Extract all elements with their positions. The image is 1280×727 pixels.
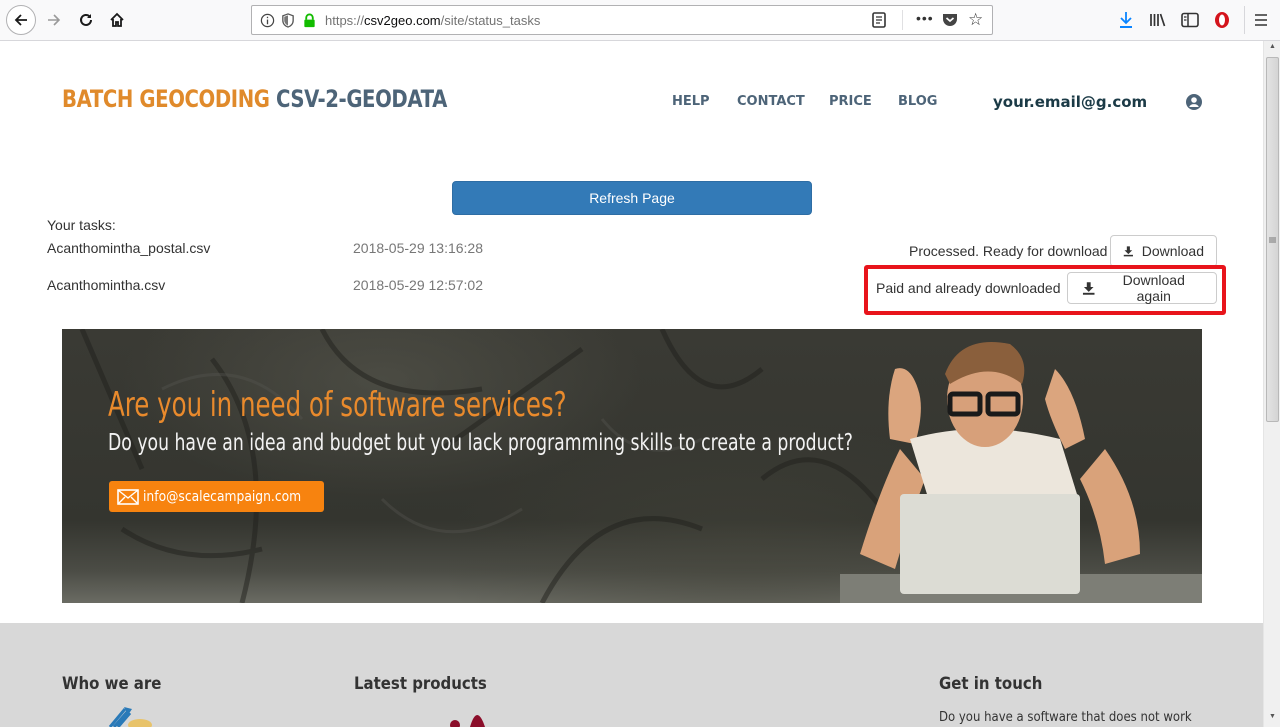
- task-status: Processed. Ready for download: [909, 243, 1108, 259]
- vertical-scrollbar[interactable]: ▲ ▼: [1263, 41, 1280, 727]
- task-date: 2018-05-29 12:57:02: [353, 277, 483, 293]
- shield-icon[interactable]: [280, 12, 296, 28]
- banner-title: Are you in need of software services?: [108, 385, 567, 425]
- back-icon: [14, 14, 27, 26]
- highlight-annotation-box: [864, 265, 1226, 315]
- forward-button[interactable]: [40, 6, 68, 34]
- task-filename: Acanthomintha.csv: [47, 277, 166, 293]
- envelope-icon: [117, 488, 139, 505]
- bookmark-star-icon[interactable]: ☆: [968, 10, 983, 30]
- tasks-label: Your tasks:: [47, 217, 116, 233]
- nav-contact[interactable]: CONTACT: [737, 94, 805, 109]
- footer: Who we are Latest products Get in touch …: [0, 623, 1263, 727]
- banner-subtitle: Do you have an idea and budget but you l…: [108, 430, 853, 456]
- browser-toolbar: https://csv2geo.com/site/status_tasks ••…: [0, 0, 1280, 41]
- forward-icon: [48, 14, 61, 26]
- library-icon[interactable]: [1148, 10, 1168, 30]
- reload-icon: [80, 13, 92, 26]
- reload-button[interactable]: [72, 6, 100, 34]
- refresh-page-button[interactable]: Refresh Page: [452, 181, 812, 215]
- task-filename: Acanthomintha_postal.csv: [47, 240, 211, 256]
- menu-icon[interactable]: [1251, 10, 1271, 30]
- logo-part-batch-geocoding: BATCH GEOCODING: [62, 85, 270, 113]
- home-icon: [110, 12, 124, 27]
- url-text[interactable]: https://csv2geo.com/site/status_tasks: [325, 13, 540, 28]
- back-button[interactable]: [6, 5, 36, 35]
- download-icon: [1123, 246, 1133, 257]
- footer-latest-products-heading: Latest products: [354, 674, 487, 694]
- info-icon[interactable]: [259, 12, 275, 28]
- download-button[interactable]: Download: [1110, 235, 1217, 267]
- home-button[interactable]: [103, 6, 131, 34]
- opera-icon[interactable]: [1212, 10, 1232, 30]
- footer-who-we-are-heading: Who we are: [62, 674, 162, 694]
- page-content: BATCH GEOCODING CSV-2-GEODATA HELP CONTA…: [0, 41, 1263, 727]
- company-logo-icon[interactable]: [100, 707, 160, 727]
- banner-email-button[interactable]: info@scalecampaign.com: [109, 481, 324, 512]
- lock-icon[interactable]: [301, 12, 317, 28]
- user-account-icon[interactable]: [1186, 94, 1202, 115]
- grip-icon: [1269, 237, 1276, 242]
- toolbar-separator: [1244, 6, 1245, 34]
- nav-price[interactable]: PRICE: [829, 94, 872, 109]
- logo-part-csv-2-geodata: CSV-2-GEODATA: [275, 85, 447, 113]
- footer-get-in-touch-heading: Get in touch: [939, 674, 1043, 694]
- more-icon[interactable]: •••: [916, 10, 934, 26]
- software-services-banner[interactable]: Are you in need of software services? Do…: [62, 329, 1202, 603]
- nav-help[interactable]: HELP: [672, 94, 710, 109]
- frustrated-man-image: [840, 342, 1202, 603]
- download-button-label: Download: [1141, 243, 1204, 259]
- scroll-down-arrow-icon[interactable]: ▼: [1264, 713, 1280, 725]
- user-email-link[interactable]: your.email@g.com: [993, 93, 1147, 111]
- download-icon[interactable]: [1116, 10, 1136, 30]
- sidebar-icon[interactable]: [1180, 10, 1200, 30]
- product-logo-icon[interactable]: [425, 707, 505, 727]
- site-logo[interactable]: BATCH GEOCODING CSV-2-GEODATA: [62, 85, 447, 113]
- scroll-up-arrow-icon[interactable]: ▲: [1264, 43, 1280, 55]
- reader-view-icon[interactable]: [872, 12, 886, 33]
- url-separator: [902, 10, 903, 30]
- url-bar[interactable]: https://csv2geo.com/site/status_tasks ••…: [251, 5, 993, 35]
- scrollbar-thumb[interactable]: [1266, 57, 1279, 422]
- pocket-icon[interactable]: [942, 12, 958, 32]
- nav-blog[interactable]: BLOG: [898, 94, 937, 109]
- task-date: 2018-05-29 13:16:28: [353, 240, 483, 256]
- footer-get-in-touch-text: Do you have a software that does not wor…: [939, 710, 1192, 725]
- banner-email-text: info@scalecampaign.com: [143, 488, 302, 505]
